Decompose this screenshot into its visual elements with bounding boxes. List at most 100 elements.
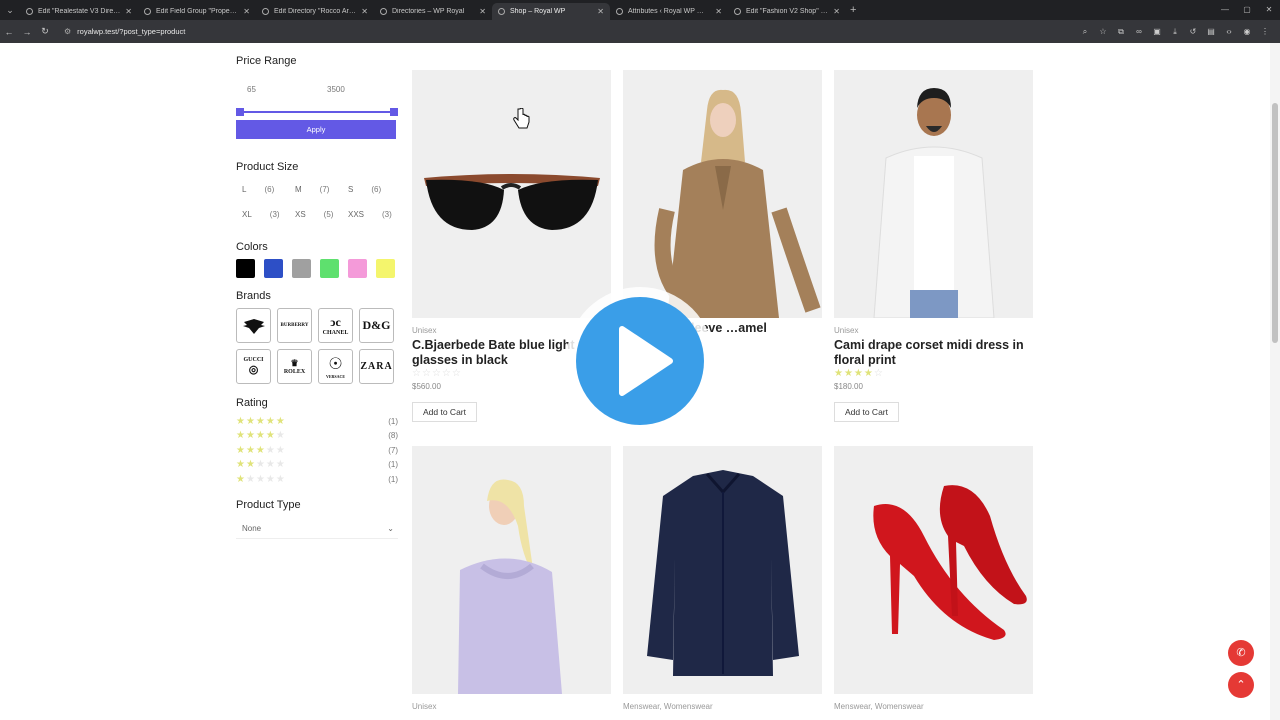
size-option[interactable]: XL (3) xyxy=(236,210,289,219)
product-category[interactable]: Unisex xyxy=(834,326,1033,335)
scroll-top-button[interactable]: ⌃ xyxy=(1228,672,1254,698)
product-category[interactable]: Menswear, Womenswear xyxy=(623,702,822,711)
brand-rolex[interactable]: ♛ ROLEX xyxy=(277,349,312,384)
armani-eagle-logo xyxy=(242,318,265,334)
history-icon[interactable]: ↺ xyxy=(1184,27,1202,36)
rating-option[interactable]: ★★★★★ (8) xyxy=(236,429,398,444)
call-button[interactable]: ✆ xyxy=(1228,640,1254,666)
tab-close-icon[interactable]: ✕ xyxy=(833,7,840,16)
extensions-icon[interactable]: ⧉ xyxy=(1112,27,1130,37)
rating-option[interactable]: ★★★★★ (1) xyxy=(236,472,398,487)
price-max-input[interactable]: 3500 xyxy=(316,77,396,103)
color-swatch[interactable] xyxy=(264,259,283,278)
product-image[interactable] xyxy=(834,70,1033,318)
tab-search-icon[interactable]: ⌄ xyxy=(0,0,20,20)
brands-title: Brands xyxy=(236,290,271,302)
video-play-button[interactable] xyxy=(566,287,714,435)
apply-button[interactable]: Apply xyxy=(236,120,396,139)
size-option[interactable]: M (7) xyxy=(289,185,342,194)
size-label: M xyxy=(295,185,302,194)
price-slider-max-handle[interactable] xyxy=(390,108,398,116)
tab-close-icon[interactable]: ✕ xyxy=(361,7,368,16)
site-info-icon[interactable]: ⚙ xyxy=(64,27,71,36)
browser-tab[interactable]: Edit "Fashion V2 Shop" with Ele ✕ xyxy=(728,3,846,20)
code-icon[interactable]: ‹› xyxy=(1220,27,1238,36)
maximize-icon[interactable]: ▢ xyxy=(1236,0,1258,20)
add-to-cart-button[interactable]: Add to Cart xyxy=(412,402,477,422)
brand-burberry[interactable]: BURBERRY xyxy=(277,308,312,343)
download-icon[interactable]: ⤓ xyxy=(1166,27,1184,37)
browser-tab[interactable]: Edit Field Group "Property Deta ✕ xyxy=(138,3,256,20)
favicon-icon xyxy=(734,8,741,15)
product-image[interactable] xyxy=(834,446,1033,694)
tab-close-icon[interactable]: ✕ xyxy=(479,7,486,16)
size-count: (6) xyxy=(371,185,382,194)
product-category[interactable]: Unisex xyxy=(412,702,611,711)
rating-option[interactable]: ★★★★★ (1) xyxy=(236,458,398,473)
lock-icon[interactable]: ▣ xyxy=(1148,27,1166,36)
color-swatch[interactable] xyxy=(348,259,367,278)
minimize-icon[interactable]: — xyxy=(1214,0,1236,20)
browser-tab[interactable]: Shop – Royal WP ✕ xyxy=(492,3,610,20)
reload-icon[interactable]: ↻ xyxy=(36,26,54,37)
scrollbar-thumb[interactable] xyxy=(1272,103,1278,343)
url-field[interactable]: ⚙ royalwp.test/?post_type=product xyxy=(64,27,185,36)
browser-tab[interactable]: Attributes ‹ Royal WP — WordP ✕ xyxy=(610,3,728,20)
product-image[interactable] xyxy=(623,70,822,318)
brand-dolce-gabbana[interactable]: D&G xyxy=(359,308,394,343)
add-to-cart-button[interactable]: Add to Cart xyxy=(834,402,899,422)
rating-option[interactable]: ★★★★★ (1) xyxy=(236,414,398,429)
brand-zara[interactable]: ZARA xyxy=(359,349,394,384)
size-option[interactable]: XS (5) xyxy=(289,210,342,219)
color-swatch[interactable] xyxy=(320,259,339,278)
price-slider-min-handle[interactable] xyxy=(236,108,244,116)
favicon-icon xyxy=(144,8,151,15)
size-count: (3) xyxy=(269,210,280,219)
close-window-icon[interactable]: ✕ xyxy=(1258,0,1280,20)
new-tab-icon[interactable]: + xyxy=(850,4,856,16)
product-card[interactable]: Unisex xyxy=(412,446,611,711)
product-card[interactable]: Menswear, Womenswear xyxy=(834,446,1033,711)
product-card[interactable]: Unisex Cami drape corset midi dress in fl… xyxy=(834,70,1033,422)
browser-tab[interactable]: Directories – WP Royal ✕ xyxy=(374,3,492,20)
price-min-input[interactable]: 65 xyxy=(236,77,316,103)
size-option[interactable]: L (6) xyxy=(236,185,289,194)
color-swatch[interactable] xyxy=(292,259,311,278)
menu-icon[interactable]: ⋮ xyxy=(1256,27,1274,36)
product-title[interactable]: Cami drape corset midi dress in floral p… xyxy=(834,338,1033,367)
product-image[interactable] xyxy=(412,446,611,694)
size-count: (7) xyxy=(319,185,330,194)
browser-tab[interactable]: Edit "Realestate V3 Directory" · ✕ xyxy=(20,3,138,20)
zoom-icon[interactable]: ⌕ xyxy=(1076,27,1094,37)
zara-logo: ZARA xyxy=(360,361,393,372)
product-card[interactable]: Menswear, Womenswear xyxy=(623,446,822,711)
bookmark-star-icon[interactable]: ☆ xyxy=(1094,27,1112,36)
profile-icon[interactable]: ◉ xyxy=(1238,27,1256,36)
link-icon[interactable]: ∞ xyxy=(1130,27,1148,36)
rating-option[interactable]: ★★★★★ (7) xyxy=(236,443,398,458)
size-option[interactable]: XXS (3) xyxy=(342,210,395,219)
browser-tab[interactable]: Edit Directory "Rocco Arquitecte ✕ xyxy=(256,3,374,20)
product-category[interactable]: Menswear, Womenswear xyxy=(834,702,1033,711)
product-type-select[interactable]: None ⌄ xyxy=(236,519,398,539)
color-swatch[interactable] xyxy=(376,259,395,278)
back-icon[interactable]: ← xyxy=(0,27,18,37)
address-bar: ← → ↻ ⚙ royalwp.test/?post_type=product … xyxy=(0,20,1280,43)
tab-close-icon[interactable]: ✕ xyxy=(125,7,132,16)
brand-emporio-armani[interactable] xyxy=(236,308,271,343)
price-slider[interactable] xyxy=(236,108,398,116)
brand-versace[interactable]: ☉ VERSACE xyxy=(318,349,353,384)
tab-close-icon[interactable]: ✕ xyxy=(715,7,722,16)
brand-gucci[interactable]: GUCCI ◎ xyxy=(236,349,271,384)
color-swatch[interactable] xyxy=(236,259,255,278)
brand-chanel[interactable]: ↄc CHANEL xyxy=(318,308,353,343)
forward-icon[interactable]: → xyxy=(18,27,36,37)
size-label: XS xyxy=(295,210,306,219)
size-option[interactable]: S (6) xyxy=(342,185,395,194)
page-scrollbar[interactable] xyxy=(1270,43,1280,720)
trash-icon[interactable]: ▤ xyxy=(1202,27,1220,36)
dg-logo: D&G xyxy=(362,318,391,332)
product-image[interactable] xyxy=(623,446,822,694)
tab-close-icon[interactable]: ✕ xyxy=(597,7,604,16)
tab-close-icon[interactable]: ✕ xyxy=(243,7,250,16)
